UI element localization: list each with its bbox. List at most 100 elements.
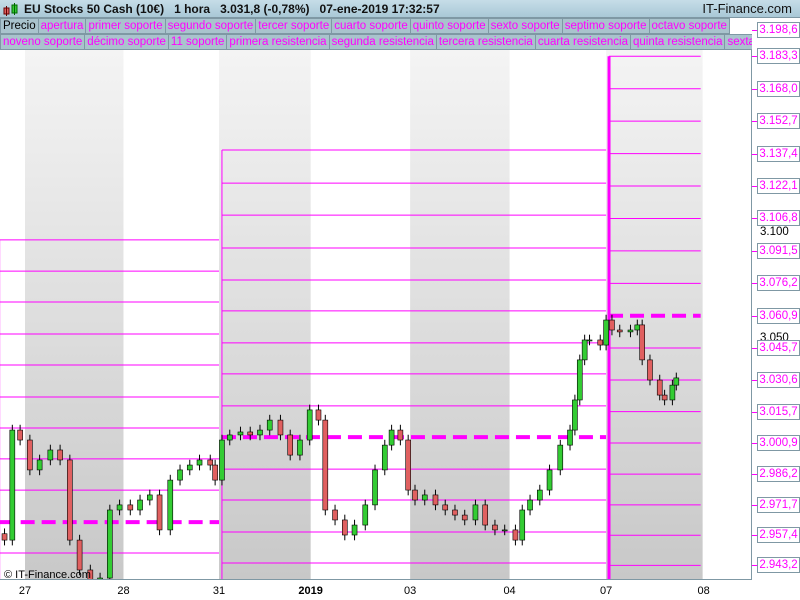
candlestick-chart: [0, 50, 703, 579]
candle-body: [501, 529, 508, 532]
candle-body: [661, 394, 668, 401]
candle-body: [581, 339, 588, 361]
candle-body: [9, 429, 16, 541]
candle-body: [1, 533, 8, 541]
price-level-label: 2.943,2: [752, 557, 800, 574]
legend-décimo-soporte[interactable]: décimo soporte: [85, 34, 169, 50]
candle-body: [405, 439, 411, 491]
candle-body: [656, 379, 663, 396]
legend-quinta-resistencia[interactable]: quinta resistencia: [630, 34, 726, 50]
price-level-label: 3.122,1: [752, 178, 800, 195]
candle-body: [634, 324, 641, 331]
candle-body: [572, 399, 578, 431]
legend-cuarta-resistencia[interactable]: cuarta resistencia: [535, 34, 631, 50]
legend-noveno-soporte[interactable]: noveno soporte: [0, 34, 86, 50]
legend-primer-soporte[interactable]: primer soporte: [86, 18, 166, 34]
legend-septimo-soporte[interactable]: septimo soporte: [562, 18, 650, 34]
legend-11-soporte[interactable]: 11 soporte: [168, 34, 228, 50]
candle-body: [137, 499, 143, 511]
candle-body: [322, 419, 329, 511]
candle-body: [673, 377, 680, 386]
candle-body: [219, 439, 225, 481]
candle-body: [669, 384, 676, 401]
candle-body: [287, 434, 294, 456]
price-level-label: 2.957,4: [752, 527, 800, 544]
candle-body: [207, 459, 214, 466]
legend-apertura[interactable]: apertura: [38, 18, 87, 34]
candle-body: [27, 439, 33, 471]
price-level-label: 3.091,5: [752, 242, 800, 259]
candle-body: [177, 469, 183, 481]
candle-body: [36, 459, 43, 471]
legend-cuarto-soporte[interactable]: cuarto soporte: [332, 18, 411, 34]
candle-body: [76, 539, 83, 571]
candle-body: [519, 509, 526, 541]
legend-segunda-resistencia[interactable]: segunda resistencia: [329, 34, 437, 50]
legend-tercera-resistencia[interactable]: tercera resistencia: [436, 34, 536, 50]
time-tick: 08: [697, 585, 710, 597]
candle-body: [167, 479, 174, 531]
candle-body: [492, 524, 498, 531]
legend-tercer-soporte[interactable]: tercer soporte: [256, 18, 333, 34]
price-level-label: 3.000,9: [752, 435, 800, 451]
candle-body: [341, 519, 348, 536]
candle-body: [597, 339, 604, 346]
candle-body: [47, 449, 54, 461]
brand-label: IT-Finance.com: [702, 1, 792, 16]
candle-body: [452, 509, 458, 516]
time-tick: 2019: [298, 585, 323, 597]
candle-body: [372, 469, 378, 506]
candle-body: [306, 409, 313, 441]
price-level-label: 3.198,6: [752, 22, 800, 38]
candle-body: [381, 444, 388, 471]
chart-header: EU Stocks 50 Cash (10€) 1 hora 3.031,8 (…: [0, 0, 800, 18]
candlestick-logo-icon: [3, 3, 18, 16]
legend-octavo-soporte[interactable]: octavo soporte: [649, 18, 730, 34]
price-level-label: 2.971,7: [752, 496, 800, 513]
candle-body: [557, 444, 564, 471]
watermark: © IT-Finance.com: [4, 569, 91, 581]
candle-body: [421, 494, 428, 501]
price-level-label: 3.152,7: [752, 113, 800, 130]
candle-body: [627, 329, 634, 333]
indicator-legend-row-2: noveno soporte décimo soporte 11 soporte pr…: [0, 34, 752, 50]
legend-primera-resistencia[interactable]: primera resistencia: [227, 34, 330, 50]
candle-body: [397, 429, 404, 441]
time-tick: 28: [117, 585, 130, 597]
candle-body: [461, 514, 468, 521]
legend-precio[interactable]: Precio: [0, 18, 39, 34]
candle-body: [247, 431, 254, 436]
price-level-label: 2.986,2: [752, 466, 800, 483]
candle-body: [107, 509, 113, 579]
candle-body: [639, 324, 645, 361]
candle-body: [147, 494, 153, 501]
candle-body: [472, 504, 479, 521]
candle-body: [536, 489, 543, 501]
chart-title: EU Stocks 50 Cash (10€) 1 hora 3.031,8 (…: [24, 2, 440, 16]
price-level-label: 3.076,2: [752, 275, 800, 292]
candle-body: [17, 429, 23, 441]
candle-body: [609, 319, 615, 331]
time-tick: 03: [404, 585, 417, 597]
legend-sexto-soporte[interactable]: sexto soporte: [488, 18, 563, 34]
price-level-label: 3.137,4: [752, 145, 800, 162]
indicator-legend-row-1: Precio apertura primer soporte segundo sopo…: [0, 18, 752, 34]
candle-body: [67, 459, 73, 541]
candle-body: [616, 329, 623, 333]
candle-body: [482, 504, 489, 526]
time-tick: 04: [503, 585, 516, 597]
candle-body: [186, 464, 193, 471]
legend-sexta-resistencia[interactable]: sexta resistencia: [725, 34, 752, 50]
candle-body: [257, 429, 263, 436]
candle-body: [442, 504, 449, 511]
legend-segundo-soporte[interactable]: segundo soporte: [165, 18, 257, 34]
candle-body: [226, 434, 233, 441]
candle-body: [212, 464, 218, 481]
chart-plot-area[interactable]: [0, 50, 752, 580]
candle-body: [57, 449, 63, 461]
price-level-label: 3.030,6: [752, 372, 800, 389]
price-level-label: 3.106,8: [752, 210, 800, 227]
candle-body: [412, 489, 418, 501]
candle-body: [127, 504, 134, 511]
legend-quinto-soporte[interactable]: quinto soporte: [410, 18, 489, 34]
